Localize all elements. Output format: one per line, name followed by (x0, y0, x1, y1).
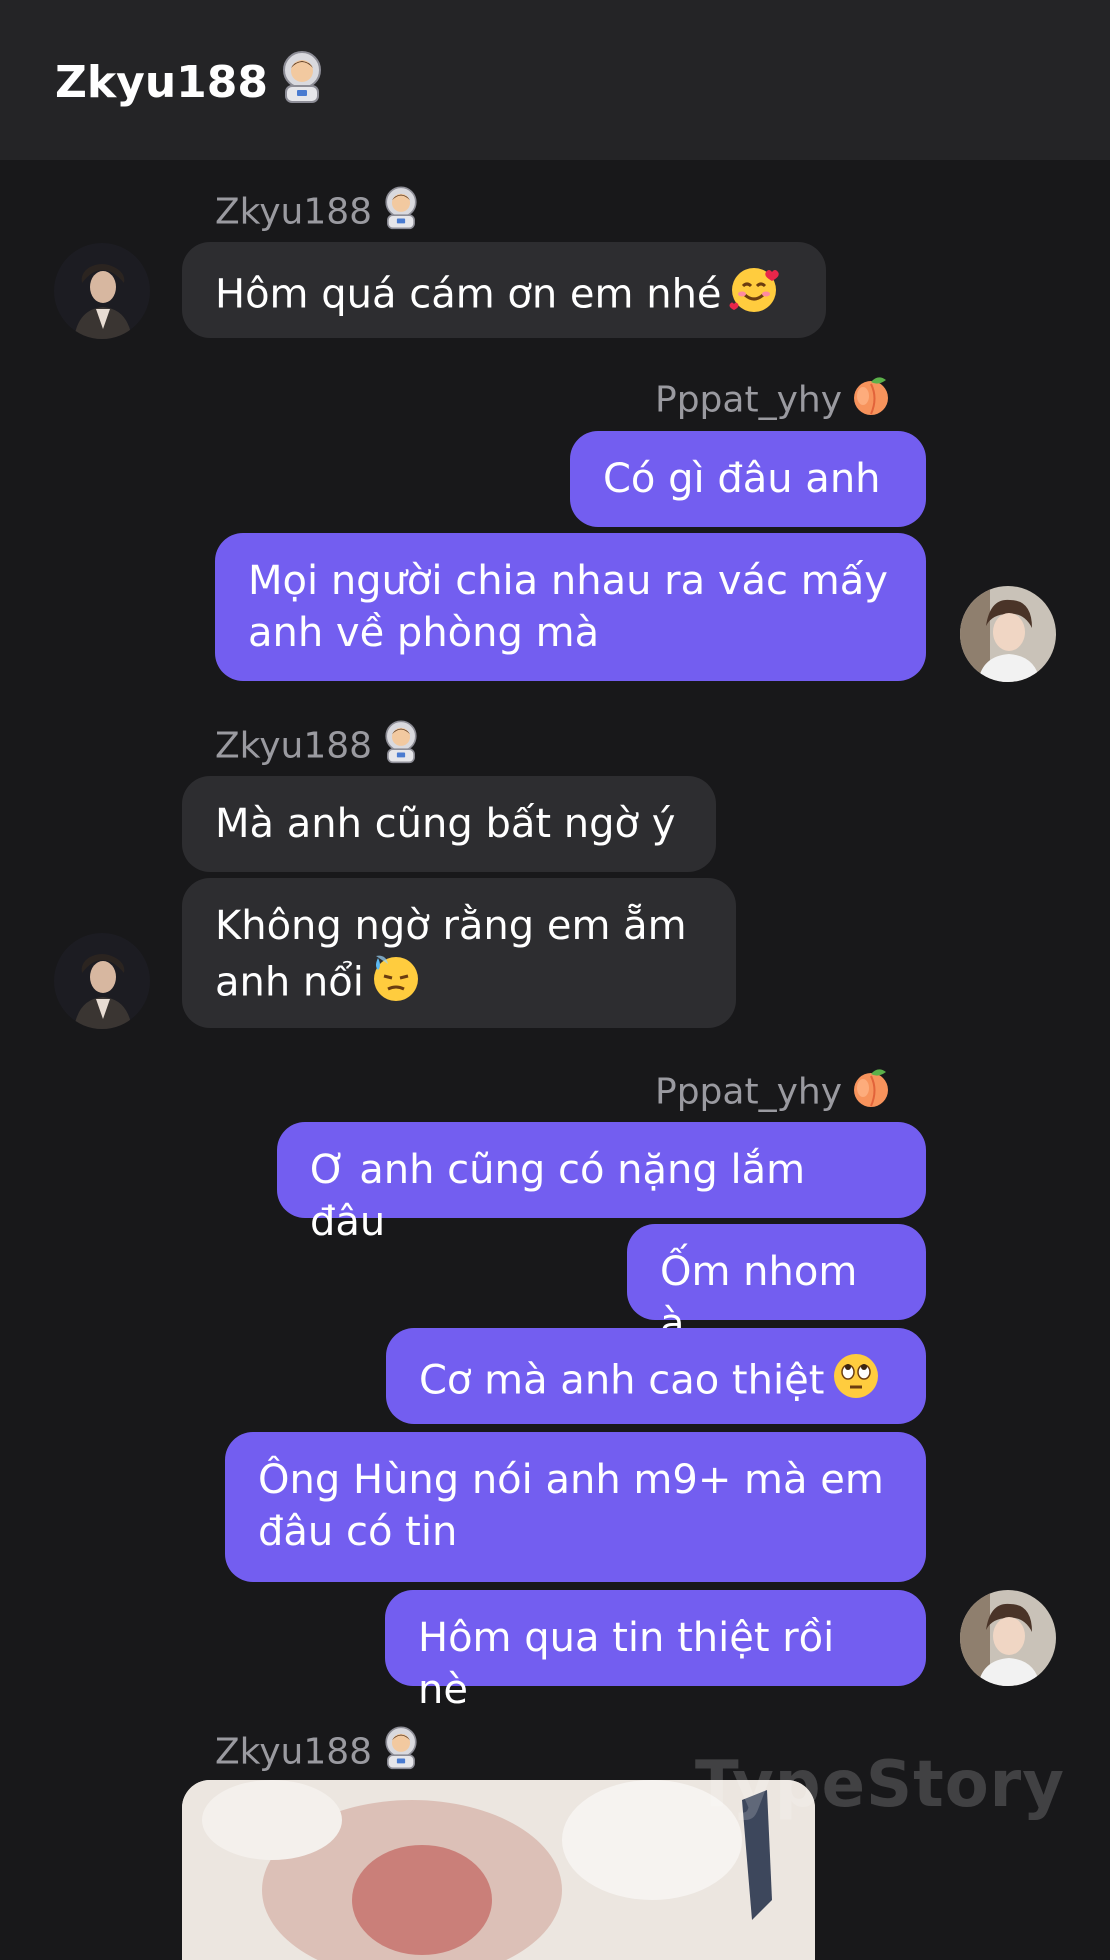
message-text: Hôm quá cám ơn em nhé (215, 271, 722, 318)
sender-name: Pppat_yhy (655, 372, 894, 431)
astronaut-icon (378, 1724, 424, 1783)
watermark-logo: TypeStory (695, 1748, 1065, 1822)
sender-name-text: Pppat_yhy (655, 379, 843, 421)
sender-name-text: Zkyu188 (215, 725, 373, 767)
message-bubble-outgoing[interactable]: Có gì đâu anh (570, 431, 926, 527)
sender-name: Pppat_yhy (655, 1064, 894, 1123)
message-text: Cơ mà anh cao thiệt (419, 1357, 825, 1404)
sender-name: Zkyu188 (215, 718, 424, 777)
downcast-face-with-sweat-icon (370, 952, 422, 1017)
astronaut-icon (378, 184, 424, 243)
message-text: Không ngờ rằng em ẵm anh nổi (215, 903, 687, 1006)
avatar-zkyu188[interactable] (54, 243, 150, 339)
chat-title-text: Zkyu188 (55, 57, 269, 108)
chat-header: Zkyu188 (0, 0, 1110, 160)
message-text: Mà anh cũng bất ngờ ý (215, 801, 676, 847)
peach-icon (848, 372, 894, 431)
sender-name-text: Pppat_yhy (655, 1071, 843, 1113)
sender-name-text: Zkyu188 (215, 1731, 373, 1773)
avatar-pppat-yhy[interactable] (960, 586, 1056, 682)
message-bubble-outgoing[interactable]: Ông Hùng nói anh m9+ mà em đâu có tin (225, 1432, 926, 1582)
face-with-rolling-eyes-icon (830, 1350, 882, 1415)
message-bubble-outgoing[interactable]: Mọi người chia nhau ra vác mấy anh về ph… (215, 533, 926, 681)
message-bubble-outgoing[interactable]: Ơ anh cũng có nặng lắm đâu (277, 1122, 926, 1245)
message-text: Ông Hùng nói anh m9+ mà em đâu có tin (258, 1457, 884, 1555)
message-bubble-outgoing[interactable]: Cơ mà anh cao thiệt (386, 1328, 926, 1424)
avatar-pppat-yhy[interactable] (960, 1590, 1056, 1686)
message-text: Có gì đâu anh (603, 456, 881, 502)
astronaut-icon (378, 718, 424, 777)
message-text: Hôm qua tin thiệt rồi nè (418, 1615, 835, 1713)
peach-icon (848, 1064, 894, 1123)
message-bubble-outgoing[interactable]: Ốm nhom à (627, 1224, 926, 1347)
astronaut-icon (274, 48, 330, 122)
message-text: Mọi người chia nhau ra vác mấy anh về ph… (248, 558, 888, 656)
message-bubble-outgoing[interactable]: Hôm qua tin thiệt rồi nè (385, 1590, 926, 1713)
sender-name: Zkyu188 (215, 184, 424, 243)
sender-name: Zkyu188 (215, 1724, 424, 1783)
smiling-face-with-hearts-icon (728, 264, 780, 329)
message-bubble-incoming[interactable]: Mà anh cũng bất ngờ ý (182, 776, 716, 872)
sender-name-text: Zkyu188 (215, 191, 373, 233)
chat-title[interactable]: Zkyu188 (55, 48, 330, 112)
message-bubble-incoming[interactable]: Hôm quá cám ơn em nhé (182, 242, 826, 338)
avatar-zkyu188[interactable] (54, 933, 150, 1029)
message-bubble-incoming[interactable]: Không ngờ rằng em ẵm anh nổi (182, 878, 736, 1028)
